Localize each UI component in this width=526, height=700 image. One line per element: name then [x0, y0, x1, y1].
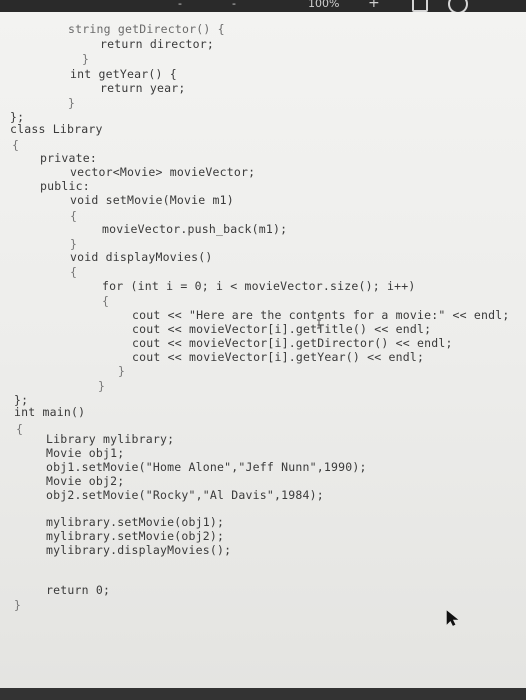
- code-line: cout << movieVector[i].getYear() << endl…: [132, 350, 425, 364]
- code-line: cout << movieVector[i].getTitle() << end…: [132, 322, 432, 336]
- text-caret-icon: [317, 319, 321, 329]
- code-line: Movie obj2;: [46, 474, 125, 488]
- code-line: return 0;: [46, 583, 111, 597]
- code-line: }: [98, 379, 106, 393]
- code-line: {: [70, 265, 78, 279]
- code-line: public:: [40, 179, 90, 193]
- code-line: int getYear() {: [70, 67, 177, 81]
- code-line: mylibrary.setMovie(obj2);: [46, 529, 225, 543]
- code-line: private:: [40, 151, 97, 165]
- top-toolbar: - - 100% +: [0, 0, 526, 14]
- code-photo: string getDirector() { return director; …: [0, 12, 526, 688]
- code-line: Movie obj1;: [46, 446, 125, 460]
- plus-icon[interactable]: +: [368, 0, 380, 11]
- code-line: void displayMovies(): [70, 250, 213, 264]
- share-box-icon[interactable]: [412, 0, 428, 12]
- code-line: for (int i = 0; i < movieVector.size(); …: [102, 279, 416, 293]
- battery-text: 100%: [308, 0, 340, 10]
- code-line: {: [12, 138, 20, 152]
- code-line: {: [70, 209, 78, 223]
- code-line: }: [68, 96, 76, 110]
- code-line: return year;: [100, 81, 186, 95]
- code-line: mylibrary.displayMovies();: [46, 543, 232, 557]
- toolbar-glyph: -: [232, 0, 236, 10]
- code-line: void setMovie(Movie m1): [70, 193, 234, 207]
- code-line: }: [82, 52, 90, 66]
- code-line: }: [70, 237, 78, 251]
- code-line: cout << movieVector[i].getDirector() << …: [132, 336, 453, 350]
- code-line: Library mylibrary;: [46, 432, 175, 446]
- code-line: int main(): [14, 405, 86, 419]
- code-line: obj2.setMovie("Rocky","Al Davis",1984);: [46, 488, 324, 502]
- code-line: obj1.setMovie("Home Alone","Jeff Nunn",1…: [46, 460, 367, 474]
- code-line: class Library: [10, 122, 103, 136]
- code-line: {: [16, 422, 24, 436]
- code-line: movieVector.push_back(m1);: [102, 222, 288, 236]
- code-line: return director;: [100, 37, 214, 51]
- code-line: {: [102, 294, 110, 308]
- code-line: mylibrary.setMovie(obj1);: [46, 515, 225, 529]
- mouse-pointer-icon: [446, 610, 459, 626]
- code-line: vector<Movie> movieVector;: [70, 165, 256, 179]
- code-line: }: [118, 364, 126, 378]
- code-line: }: [14, 598, 22, 612]
- bottom-toolbar: [0, 688, 526, 700]
- toolbar-glyph: -: [178, 0, 182, 10]
- code-line: string getDirector() {: [68, 22, 225, 36]
